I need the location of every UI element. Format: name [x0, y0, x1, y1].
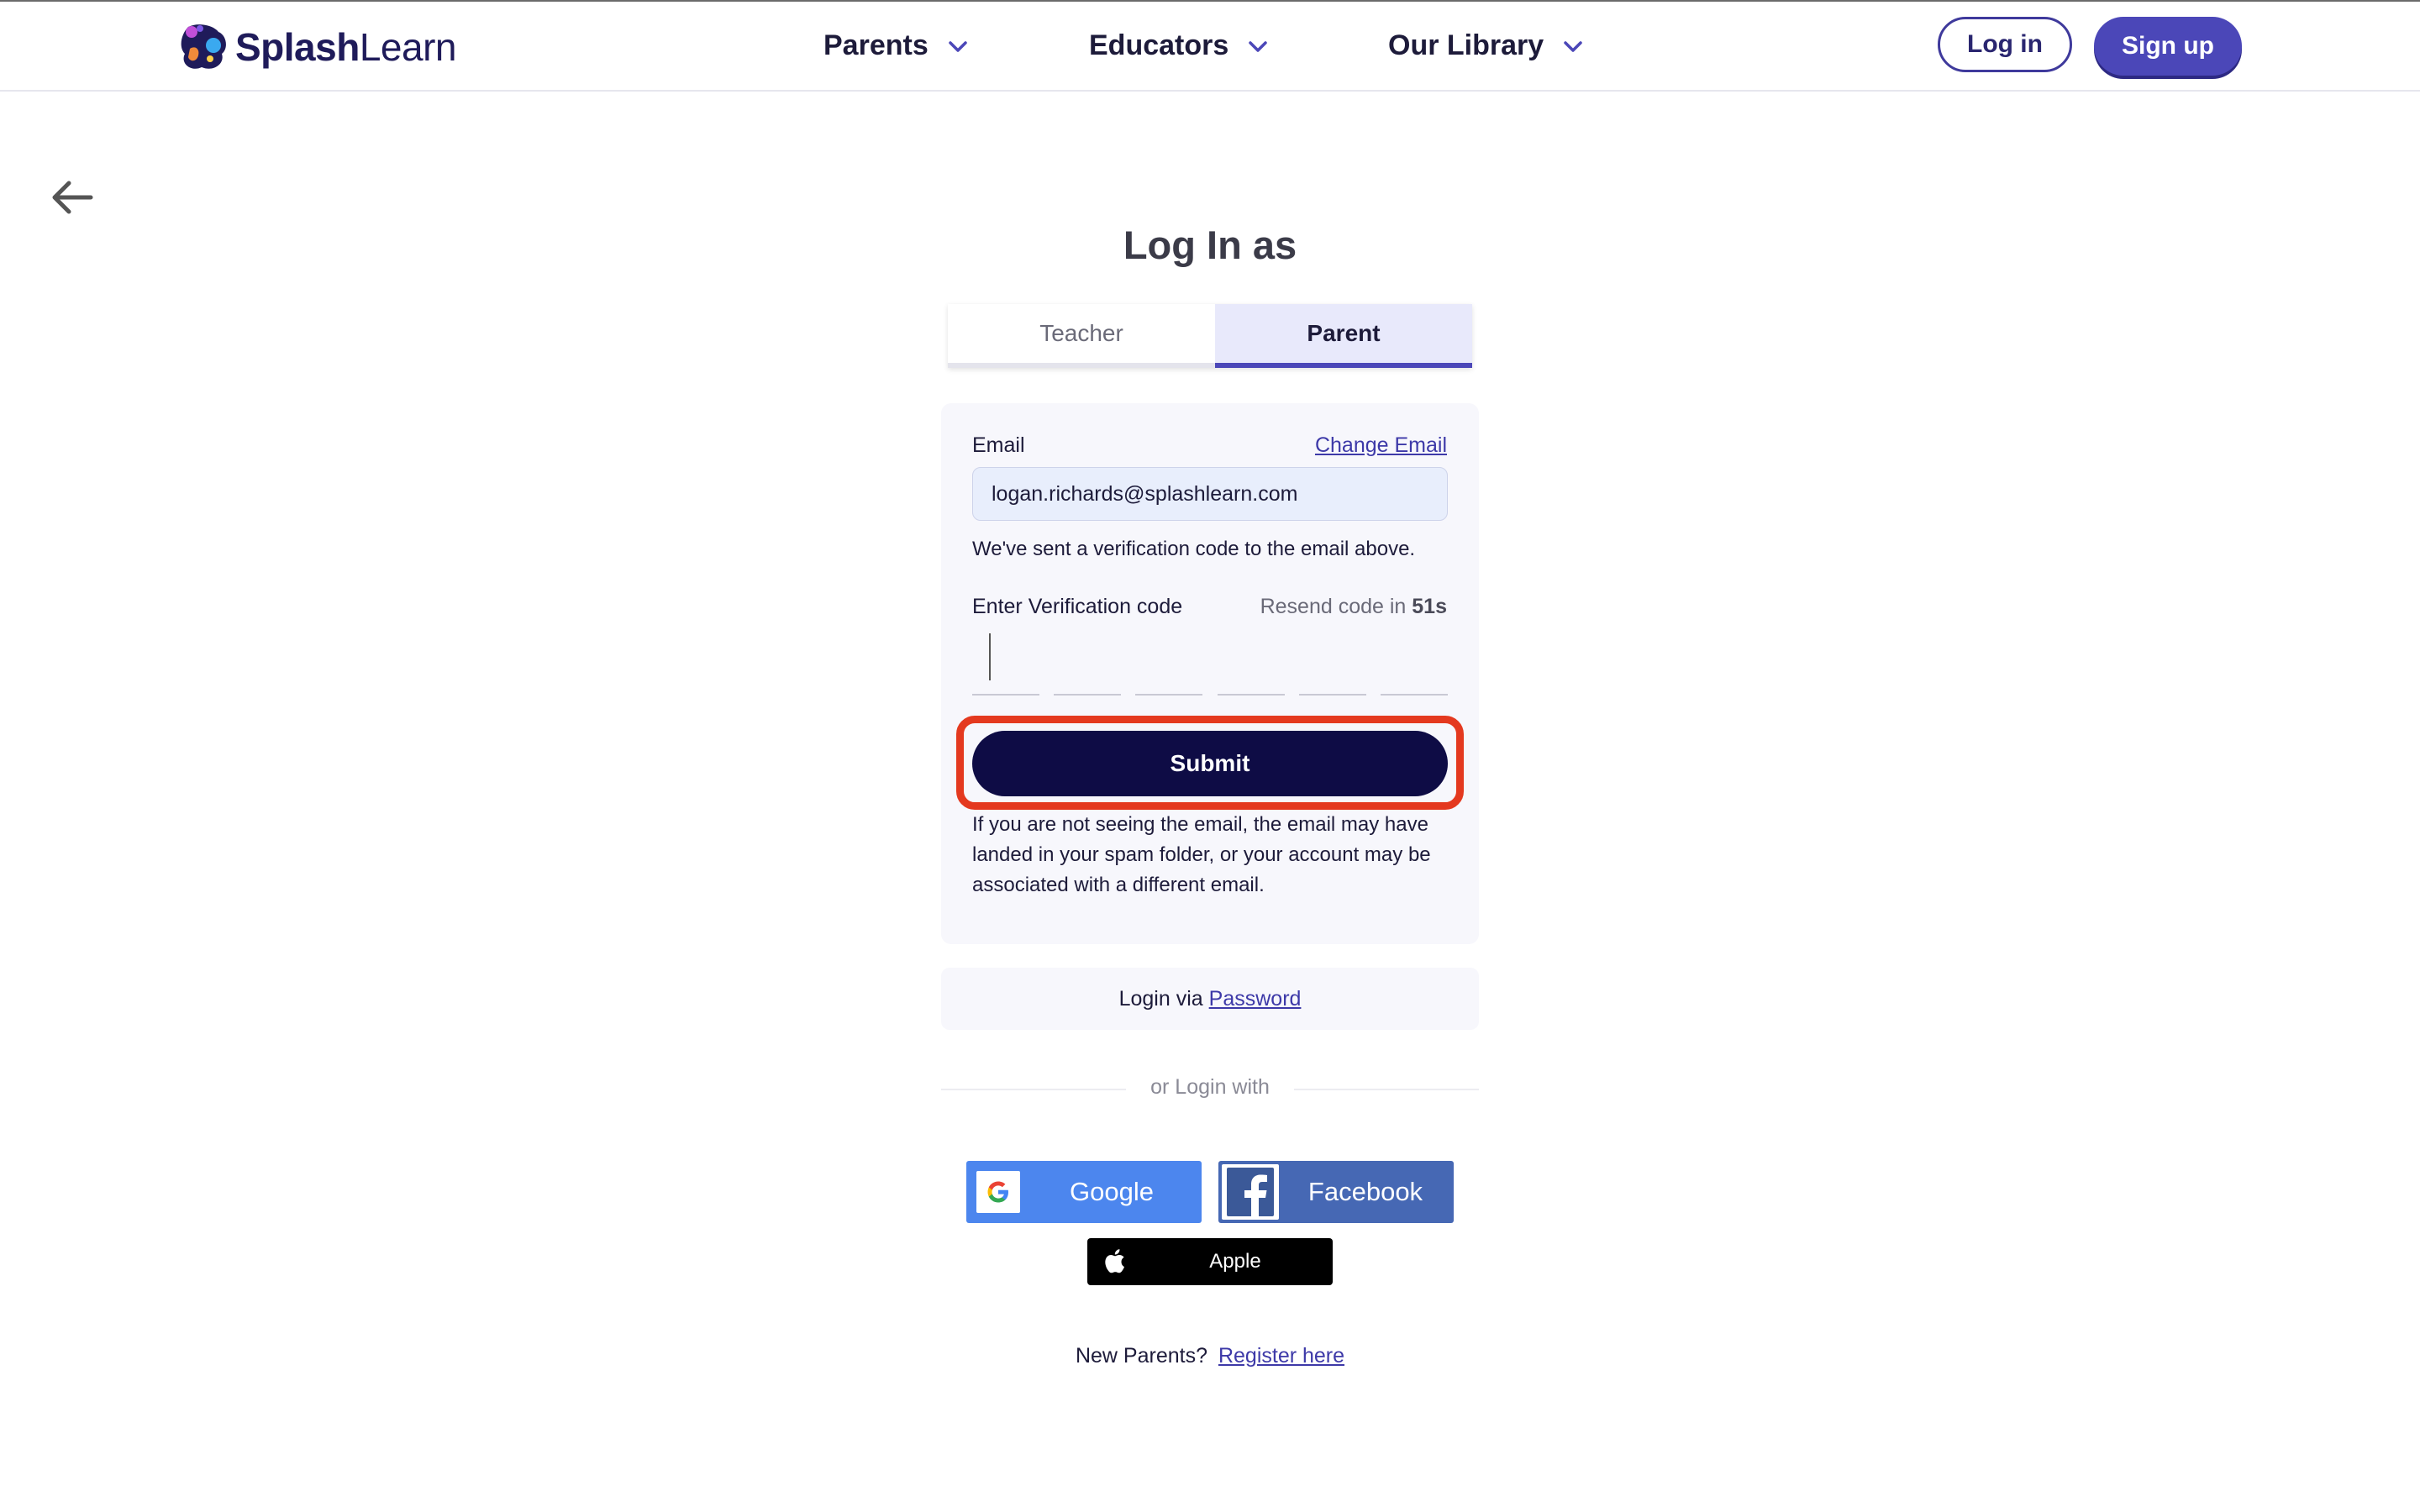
- resend-prefix: Resend code in: [1260, 595, 1407, 618]
- apple-login-label: Apple: [1209, 1250, 1261, 1273]
- code-digit-6[interactable]: [1380, 630, 1448, 696]
- signup-button[interactable]: Sign up: [2094, 17, 2242, 76]
- login-button[interactable]: Log in: [1938, 17, 2072, 72]
- tab-teacher[interactable]: Teacher: [948, 304, 1215, 368]
- resend-seconds: 51s: [1412, 595, 1447, 618]
- register-here-link[interactable]: Register here: [1218, 1344, 1344, 1368]
- code-digit-1[interactable]: [972, 630, 1039, 696]
- resend-timer: Resend code in 51s: [1260, 595, 1447, 619]
- chevron-down-icon: [948, 40, 967, 52]
- change-email-link[interactable]: Change Email: [1315, 433, 1447, 458]
- role-tabs: Teacher Parent: [948, 304, 1472, 368]
- google-login-button[interactable]: Google: [966, 1161, 1202, 1223]
- password-login-box: Login via Password: [941, 968, 1479, 1030]
- apple-icon: [1105, 1249, 1124, 1273]
- facebook-login-label: Facebook: [1307, 1177, 1423, 1206]
- code-digit-4[interactable]: [1217, 630, 1285, 696]
- site-header: SplashLearn Parents Educators Our Librar…: [0, 2, 2420, 92]
- chevron-down-icon: [1249, 40, 1268, 52]
- page-title: Log In as: [1123, 223, 1297, 267]
- google-login-label: Google: [1070, 1177, 1154, 1206]
- back-arrow-icon[interactable]: [49, 176, 96, 218]
- verification-code-input: [972, 630, 1448, 696]
- facebook-login-button[interactable]: Facebook: [1218, 1161, 1454, 1223]
- nav-educators-label: Educators: [1089, 29, 1229, 61]
- password-login-prefix: Login via: [1118, 986, 1203, 1011]
- nav-our-library[interactable]: Our Library: [1388, 2, 1584, 90]
- register-prefix: New Parents?: [1075, 1344, 1207, 1368]
- facebook-icon: [1222, 1164, 1279, 1220]
- tab-parent[interactable]: Parent: [1215, 304, 1472, 368]
- password-login-link[interactable]: Password: [1209, 987, 1302, 1011]
- splashlearn-logo[interactable]: SplashLearn: [176, 20, 456, 74]
- nav-educators[interactable]: Educators: [1089, 2, 1269, 90]
- spam-folder-note: If you are not seeing the email, the ema…: [972, 813, 1431, 896]
- google-icon: [976, 1171, 1020, 1213]
- or-login-with-label: or Login with: [1126, 1075, 1294, 1100]
- email-field[interactable]: logan.richards@splashlearn.com: [972, 467, 1448, 521]
- nav-parents-label: Parents: [823, 29, 929, 61]
- code-digit-5[interactable]: [1298, 630, 1366, 696]
- verification-sent-message: We've sent a verification code to the em…: [972, 538, 1416, 560]
- apple-login-button[interactable]: Apple: [1087, 1238, 1333, 1285]
- nav-parents[interactable]: Parents: [823, 2, 969, 90]
- splashlearn-logo-icon: [181, 24, 226, 69]
- nav-our-library-label: Our Library: [1388, 29, 1544, 61]
- register-prompt: New Parents? Register here: [958, 1344, 1462, 1368]
- logo-text: SplashLearn: [235, 25, 456, 69]
- email-label: Email: [972, 433, 1025, 457]
- code-digit-2[interactable]: [1054, 630, 1122, 696]
- chevron-down-icon: [1564, 40, 1582, 52]
- submit-button[interactable]: Submit: [972, 731, 1448, 796]
- verification-code-label: Enter Verification code: [972, 595, 1183, 618]
- code-digit-3[interactable]: [1135, 630, 1203, 696]
